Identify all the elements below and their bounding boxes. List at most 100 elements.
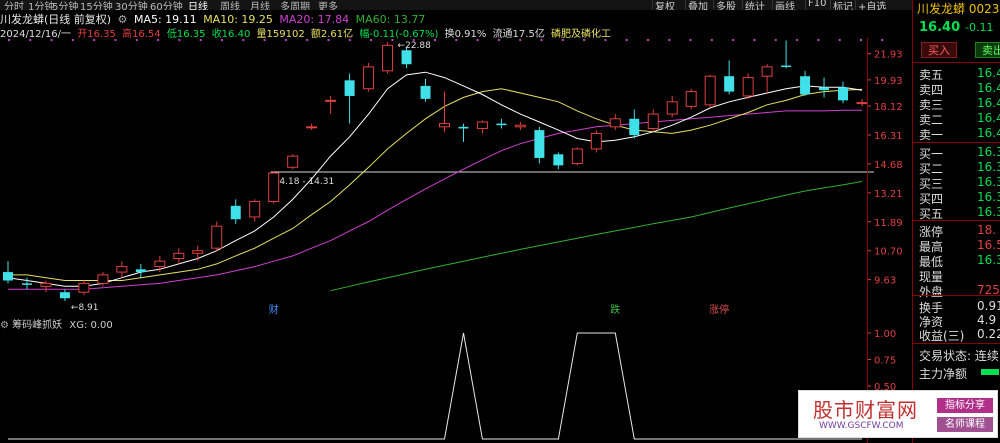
marker-dot <box>497 39 500 41</box>
candle[interactable] <box>344 73 355 124</box>
candle[interactable] <box>458 123 469 142</box>
candle[interactable] <box>629 109 640 139</box>
candle[interactable] <box>325 95 337 115</box>
candle[interactable] <box>306 123 318 131</box>
panel-divider <box>913 142 1000 143</box>
candle[interactable] <box>21 277 32 290</box>
candle[interactable] <box>40 280 52 293</box>
candle[interactable] <box>534 126 545 164</box>
candle[interactable] <box>78 280 90 296</box>
period-tab-5[interactable]: 60分钟 <box>150 0 183 10</box>
candle[interactable] <box>647 109 659 132</box>
marker-dot <box>93 39 96 41</box>
candle[interactable] <box>496 118 507 129</box>
ask-row-value: 16.4 <box>977 66 1000 80</box>
toolbar-button-1[interactable]: 叠加 <box>688 0 708 10</box>
ask-row-value: 16.4 <box>977 126 1000 140</box>
buy-button[interactable]: 买入 <box>921 42 957 58</box>
period-tab-9[interactable]: 多周期 <box>280 0 310 10</box>
ma20-line <box>8 109 863 290</box>
toolbar-button-2[interactable]: 多股 <box>716 0 736 10</box>
candle[interactable] <box>609 114 621 131</box>
candle[interactable] <box>382 42 394 74</box>
candle[interactable] <box>438 91 450 132</box>
marker-dot <box>796 39 799 41</box>
toolbar-button-3[interactable]: 统计 <box>745 0 765 10</box>
candle[interactable] <box>268 171 280 204</box>
event-marker[interactable]: 涨停 <box>709 303 729 316</box>
toolbar-separator <box>805 0 806 10</box>
candle[interactable] <box>704 74 716 108</box>
axis-divider <box>867 38 868 443</box>
toolbar-button-5[interactable]: F10 <box>808 0 826 9</box>
candle[interactable] <box>363 62 375 92</box>
candle[interactable] <box>3 261 13 284</box>
marker-dot <box>455 39 458 41</box>
candle[interactable] <box>230 199 241 224</box>
candle[interactable] <box>135 263 146 278</box>
candle[interactable] <box>666 95 678 118</box>
candle[interactable] <box>420 78 431 102</box>
marker-dot <box>71 39 74 41</box>
period-tab-8[interactable]: 月线 <box>250 0 270 10</box>
candle[interactable] <box>800 70 811 96</box>
marker-dot <box>668 39 671 41</box>
period-tab-1[interactable]: 1分钟 <box>28 0 54 10</box>
watermark: 股市财富网 WWW.GSCFW.COM 指标分享 名师课程 <box>798 390 998 438</box>
quote-panel: 川发龙蟒 0023 16.40 -0.11 买入 卖出 卖五16.4卖四16.4… <box>912 0 1000 443</box>
indicator-chart[interactable]: 1.000.750.500.25 <box>0 325 912 443</box>
candle[interactable] <box>192 245 204 262</box>
toolbar-button-7[interactable]: +自选 <box>858 0 886 10</box>
marker-dot <box>391 39 394 41</box>
candlestick-chart[interactable]: 21.93 19.93 18.12 16.31 14.68 13.21 11.89 10.70… <box>0 38 912 316</box>
stat2-row-value: 0.22 <box>977 327 1000 341</box>
candle[interactable] <box>116 261 128 278</box>
marker-dot <box>29 39 32 41</box>
candle[interactable] <box>781 40 792 69</box>
sell-button[interactable]: 卖出 <box>975 42 1000 58</box>
period-tab-7[interactable]: 周线 <box>220 0 240 10</box>
quote-change: -0.11 <box>965 21 994 34</box>
candle[interactable] <box>249 199 261 222</box>
toolbar-button-4[interactable]: 画线 <box>775 0 795 10</box>
stat-row: 最高16.5 <box>919 238 1000 254</box>
candle[interactable] <box>287 154 299 170</box>
candle[interactable] <box>819 77 830 98</box>
candle[interactable] <box>59 289 70 301</box>
candle[interactable] <box>211 221 223 251</box>
toolbar-button-6[interactable]: 标记 <box>833 0 853 10</box>
event-marker[interactable]: 财 <box>269 303 279 316</box>
toolbar-separator <box>652 0 653 10</box>
marker-dot <box>114 39 117 41</box>
bid-row: 买五16.3 <box>919 205 1000 221</box>
candle[interactable] <box>742 73 754 99</box>
candle[interactable] <box>724 60 735 95</box>
period-tab-6[interactable]: 日线 <box>188 0 208 10</box>
candle[interactable] <box>761 64 773 94</box>
event-marker[interactable]: 跌 <box>610 303 620 316</box>
candle[interactable] <box>571 147 583 166</box>
candle[interactable] <box>856 98 868 107</box>
period-tab-10[interactable]: 更多 <box>318 0 338 10</box>
candle[interactable] <box>685 88 697 110</box>
marker-dot <box>774 39 777 41</box>
trade-status: 交易状态: 连续 <box>919 349 999 363</box>
candle[interactable] <box>173 248 185 264</box>
toolbar-button-0[interactable]: 复权 <box>655 0 675 10</box>
candle[interactable] <box>514 121 526 131</box>
marker-dot <box>753 39 756 41</box>
stat2-row: 净资 4.9 <box>919 313 1000 329</box>
period-tab-3[interactable]: 15分钟 <box>80 0 113 10</box>
period-tab-4[interactable]: 30分钟 <box>115 0 148 10</box>
marker-dot <box>284 39 287 41</box>
stat-row-value: 16.3 <box>977 253 1000 267</box>
candle[interactable] <box>590 130 602 153</box>
period-tab-2[interactable]: 5分钟 <box>52 0 78 10</box>
candle[interactable] <box>553 152 564 170</box>
bid-row-value: 16.3 <box>977 205 1000 219</box>
bid-row-value: 16.3 <box>977 160 1000 174</box>
period-tab-0[interactable]: 分时 <box>4 0 24 10</box>
candle[interactable] <box>476 120 488 134</box>
marker-dot <box>625 39 628 41</box>
candle[interactable] <box>838 81 849 104</box>
